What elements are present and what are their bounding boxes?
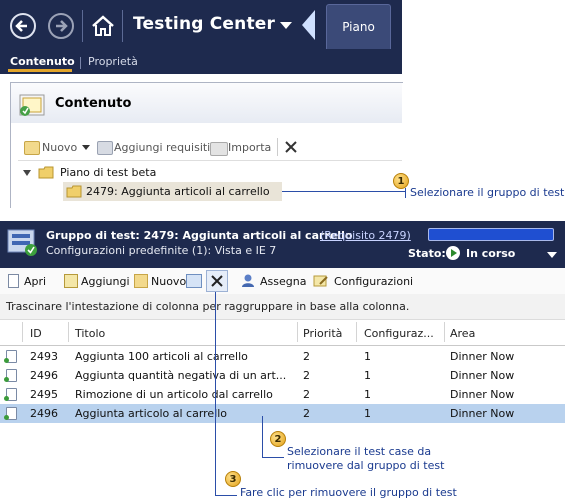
tab-properties[interactable]: Proprietà [88, 55, 138, 68]
add-icon[interactable] [64, 274, 78, 288]
configurations-button[interactable]: Configurazioni [334, 275, 413, 288]
callout-2-line [262, 457, 284, 458]
cell-title: Aggiunta 100 articoli al carrello [75, 350, 248, 363]
tab-divider [80, 57, 81, 69]
add-button[interactable]: Aggiungi [81, 275, 130, 288]
cell-id: 2496 [30, 369, 58, 382]
callout-1-line [282, 191, 406, 192]
new-icon[interactable] [24, 141, 40, 155]
column-header-priority[interactable]: Priorità [303, 327, 342, 340]
assign-button[interactable]: Assegna [260, 275, 306, 288]
tree-expand-icon[interactable] [23, 170, 31, 176]
nav-divider [122, 10, 123, 42]
cell-area: Dinner Now [450, 350, 515, 363]
callout-2-text-line1: Selezionare il test case da [287, 445, 432, 458]
cell-config: 1 [364, 350, 371, 363]
cell-priority: 2 [303, 369, 310, 382]
callout-3-text: Fare clic per rimuovere il gruppo di tes… [240, 486, 457, 499]
cell-priority: 2 [303, 407, 310, 420]
callout-2-text-line2: rimuovere dal gruppo di test [287, 459, 445, 472]
chevron-down-icon[interactable] [280, 22, 292, 29]
column-divider [68, 322, 69, 342]
callout-3-badge: 3 [225, 471, 241, 487]
nav-divider [82, 10, 83, 42]
suite-folder-icon [66, 185, 82, 198]
chevron-down-icon[interactable] [82, 145, 90, 150]
cell-priority: 2 [303, 350, 310, 363]
column-header-configurations[interactable]: Configuraz... [364, 327, 434, 340]
new-test-icon[interactable] [134, 274, 148, 288]
test-case-icon [4, 407, 17, 420]
callout-2-line [262, 416, 263, 458]
group-by-hint: Trascinare l'intestazione di colonna per… [6, 300, 410, 313]
state-label: Stato: [408, 247, 446, 260]
cell-area: Dinner Now [450, 388, 515, 401]
cell-id: 2495 [30, 388, 58, 401]
add-requirements-icon[interactable] [97, 141, 113, 155]
new-button[interactable]: Nuovo [42, 141, 77, 154]
progress-bar [428, 228, 554, 241]
back-icon[interactable] [10, 13, 36, 39]
column-header-id[interactable]: ID [30, 327, 42, 340]
callout-3-line [215, 292, 216, 496]
cell-area: Dinner Now [450, 369, 515, 382]
plan-folder-icon [38, 166, 54, 179]
app-title: Testing Center [133, 14, 276, 34]
delete-icon[interactable] [284, 140, 298, 154]
toolbar-border [18, 160, 402, 161]
column-divider [22, 322, 23, 342]
tree-item-label[interactable]: 2479: Aggiunta articoli al carrello [86, 185, 270, 198]
cell-config: 1 [364, 369, 371, 382]
cell-title: Rimozione di un articolo dal carrello [75, 388, 273, 401]
assign-icon[interactable] [240, 273, 256, 288]
test-suite-icon [6, 226, 40, 258]
test-case-icon [4, 388, 17, 401]
column-divider [297, 322, 298, 342]
test-case-icon [4, 369, 17, 382]
cell-area: Dinner Now [450, 407, 515, 420]
suite-title: Gruppo di test: 2479: Aggiunta articoli … [46, 229, 353, 242]
column-header-area[interactable]: Area [450, 327, 475, 340]
state-value[interactable]: In corso [466, 247, 515, 260]
callout-2-badge: 2 [270, 431, 286, 447]
cell-config: 1 [364, 388, 371, 401]
new-test-button[interactable]: Nuovo [151, 275, 186, 288]
cell-title: Aggiunta quantità negativa di un art... [75, 369, 287, 382]
cell-id: 2493 [30, 350, 58, 363]
cell-id: 2496 [30, 407, 58, 420]
chevron-down-icon[interactable] [547, 252, 557, 258]
cell-priority: 2 [303, 388, 310, 401]
import-button[interactable]: Importa [228, 141, 271, 154]
play-icon-glyph [451, 249, 457, 257]
test-case-icon [4, 350, 17, 363]
open-icon[interactable] [8, 274, 19, 288]
content-title: Contenuto [55, 96, 132, 111]
callout-1-badge: 1 [393, 173, 409, 189]
tree-root-label[interactable]: Piano di test beta [60, 166, 156, 179]
cell-config: 1 [364, 407, 371, 420]
remove-button[interactable] [206, 270, 228, 292]
copy-icon[interactable] [186, 274, 202, 288]
tab-content[interactable]: Contenuto [10, 55, 75, 68]
column-header-title[interactable]: Titolo [75, 327, 105, 340]
forward-icon[interactable] [48, 13, 74, 39]
import-icon[interactable] [210, 142, 228, 156]
collapse-arrow-icon[interactable] [302, 10, 315, 40]
open-button[interactable]: Apri [24, 275, 46, 288]
tab-plan[interactable]: Piano [326, 4, 391, 49]
toolbar-divider [277, 138, 278, 156]
requirement-link[interactable]: (Requisito 2479) [320, 229, 411, 242]
add-requirements-button[interactable]: Aggiungi requisiti [114, 141, 210, 154]
configurations-icon[interactable] [313, 274, 329, 288]
callout-1-text: Selezionare il gruppo di test [410, 186, 565, 199]
suite-configurations: Configurazioni predefinite (1): Vista e … [46, 244, 277, 257]
callout-1-line [405, 188, 406, 198]
cell-title: Aggiunta articolo al carrello [75, 407, 228, 420]
column-divider [444, 322, 445, 342]
callout-3-line [215, 495, 237, 496]
home-icon[interactable] [90, 14, 116, 38]
content-folder-icon [17, 89, 47, 117]
column-divider [356, 322, 357, 342]
active-tab-indicator [8, 69, 72, 72]
